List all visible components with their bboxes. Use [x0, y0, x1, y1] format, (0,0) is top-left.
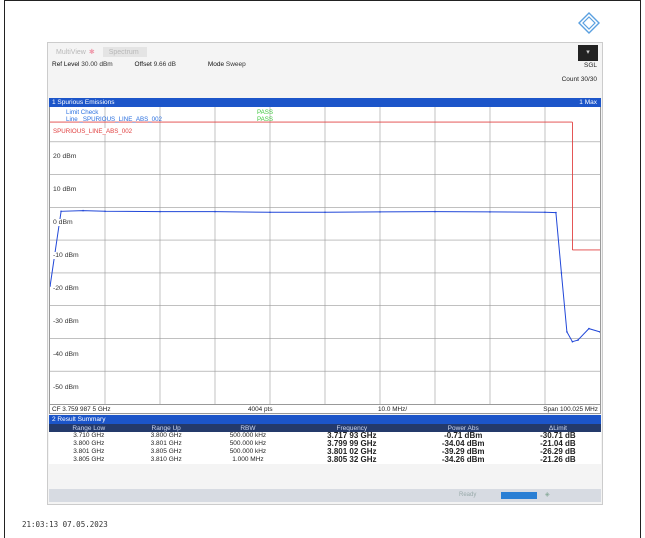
- col-range-up: Range Up: [128, 424, 204, 432]
- cell-power-abs: -34.26 dBm: [441, 455, 485, 464]
- cell-range-low: 3.710 GHz: [73, 432, 105, 439]
- trace-point: [588, 327, 590, 330]
- sweep-points[interactable]: 4004 pts: [248, 405, 273, 414]
- y-tick-0: 0 dBm: [52, 219, 74, 226]
- panel-title: 1 Spurious Emissions: [52, 99, 115, 106]
- cell-range-low: 3.801 GHz: [73, 448, 105, 455]
- limit-check-label: Limit Check: [66, 109, 99, 116]
- trace-label: 1 Max: [579, 99, 597, 106]
- plot-footer: CF 3.759 987 5 GHz 4004 pts 10.0 MHz/ Sp…: [49, 404, 601, 414]
- mode-label: Mode: [207, 61, 225, 68]
- table-row[interactable]: 3.710 GHz 3.800 GHz 500.000 kHz 3.717 93…: [49, 432, 601, 440]
- trace-point: [379, 211, 381, 213]
- trace-point: [544, 211, 546, 214]
- offset-label: Offset: [134, 61, 152, 68]
- limit-line-name: SPURIOUS_LINE_ABS_002: [53, 128, 133, 135]
- cell-range-up: 3.805 GHz: [150, 448, 182, 455]
- limit-line-label: Line _SPURIOUS_LINE_ABS_002: [66, 116, 162, 123]
- ref-level-value[interactable]: 30.00 dBm: [81, 61, 112, 68]
- trace-point: [560, 272, 563, 274]
- trace-point: [50, 285, 51, 287]
- timestamp: 21:03:13 07.05.2023: [22, 520, 108, 529]
- ref-level-label: Ref Level: [52, 61, 80, 68]
- y-tick-minus40: -40 dBm: [52, 351, 80, 358]
- result-summary-header[interactable]: 2 Result Summary: [49, 415, 601, 424]
- trace-point: [489, 211, 491, 213]
- trace-point: [269, 211, 271, 214]
- table-row[interactable]: 3.805 GHz 3.810 GHz 1.000 MHz 3.805 32 G…: [49, 456, 601, 464]
- y-tick-minus10: -10 dBm: [52, 252, 80, 259]
- cell-rbw: 500.000 kHz: [229, 432, 267, 439]
- cell-range-up: 3.810 GHz: [150, 456, 182, 463]
- trace-point: [159, 210, 161, 213]
- spurious-panel-header[interactable]: 1 Spurious Emissions 1 Max: [49, 98, 601, 107]
- sgl-indicator: SGL: [583, 62, 597, 69]
- center-frequency[interactable]: CF 3.759 987 5 GHz: [52, 405, 111, 414]
- trace-point: [324, 211, 326, 214]
- status-logo-icon: ◈: [545, 492, 550, 498]
- cell-rbw: 500.000 kHz: [229, 440, 267, 447]
- trace-point: [555, 211, 557, 214]
- y-tick-20: 20 dBm: [52, 153, 78, 160]
- cell-range-low: 3.805 GHz: [73, 456, 105, 463]
- trace-point: [434, 210, 436, 213]
- mode-value[interactable]: Sweep: [226, 61, 246, 68]
- analyzer-screen: MultiView ✱ Spectrum ▾ Ref Level 30.00 dBm…: [47, 42, 603, 505]
- trace-point: [571, 340, 574, 343]
- cell-frequency: 3.805 32 GHz: [327, 455, 377, 464]
- col-range-low: Range Low: [49, 424, 129, 432]
- limit-check-status: PASS: [257, 109, 274, 116]
- status-text: Ready: [459, 492, 477, 498]
- result-summary-table: Range Low Range Up RBW Frequency Power A…: [49, 424, 601, 464]
- col-rbw: RBW: [203, 424, 293, 432]
- table-row[interactable]: 3.801 GHz 3.805 GHz 500.000 kHz 3.801 02…: [49, 448, 601, 456]
- offset-value[interactable]: 9.66 dB: [154, 61, 176, 68]
- sweep-count: Count 30/30: [561, 76, 597, 83]
- trace-point: [214, 210, 216, 213]
- cell-range-low: 3.800 GHz: [73, 440, 105, 447]
- limit-line-status: PASS: [257, 116, 274, 123]
- tab-spectrum[interactable]: Spectrum: [102, 47, 147, 57]
- cell-rbw: 1.000 MHz: [232, 456, 264, 463]
- table-header-row: Range Low Range Up RBW Frequency Power A…: [49, 424, 601, 432]
- tab-bar: MultiView ✱ Spectrum: [50, 46, 147, 60]
- trace-point: [104, 210, 106, 213]
- trace-point: [577, 339, 579, 341]
- frequency-span[interactable]: Span 100.025 MHz: [543, 405, 598, 414]
- trace-point: [60, 210, 62, 213]
- tab-multiview[interactable]: MultiView ✱: [50, 46, 103, 57]
- trace-point: [82, 209, 84, 212]
- cell-range-up: 3.801 GHz: [150, 440, 182, 447]
- y-tick-minus50: -50 dBm: [52, 384, 80, 391]
- close-icon[interactable]: ✱: [89, 49, 95, 56]
- spectrum-plot[interactable]: Limit Check Line _SPURIOUS_LINE_ABS_002 …: [49, 107, 601, 405]
- menu-button[interactable]: ▾: [578, 45, 598, 61]
- parameter-row: Ref Level 30.00 dBm Offset 9.66 dB Mode …: [52, 61, 266, 68]
- result-summary-title: 2 Result Summary: [52, 416, 106, 423]
- status-bar: Ready ◈: [49, 489, 601, 502]
- cell-range-up: 3.800 GHz: [150, 432, 182, 439]
- progress-bar: [501, 492, 537, 499]
- y-tick-minus30: -30 dBm: [52, 318, 80, 325]
- rohde-schwarz-logo-icon: [578, 12, 600, 34]
- y-tick-10: 10 dBm: [52, 186, 78, 193]
- table-row[interactable]: 3.800 GHz 3.801 GHz 500.000 kHz 3.799 99…: [49, 440, 601, 448]
- trace-point: [566, 331, 568, 333]
- cell-delta-limit: -21.26 dB: [540, 455, 576, 464]
- cell-rbw: 500.000 kHz: [229, 448, 267, 455]
- spectrum-chart-svg: [50, 107, 600, 405]
- y-tick-minus20: -20 dBm: [52, 285, 80, 292]
- frequency-division: 10.0 MHz/: [378, 406, 408, 413]
